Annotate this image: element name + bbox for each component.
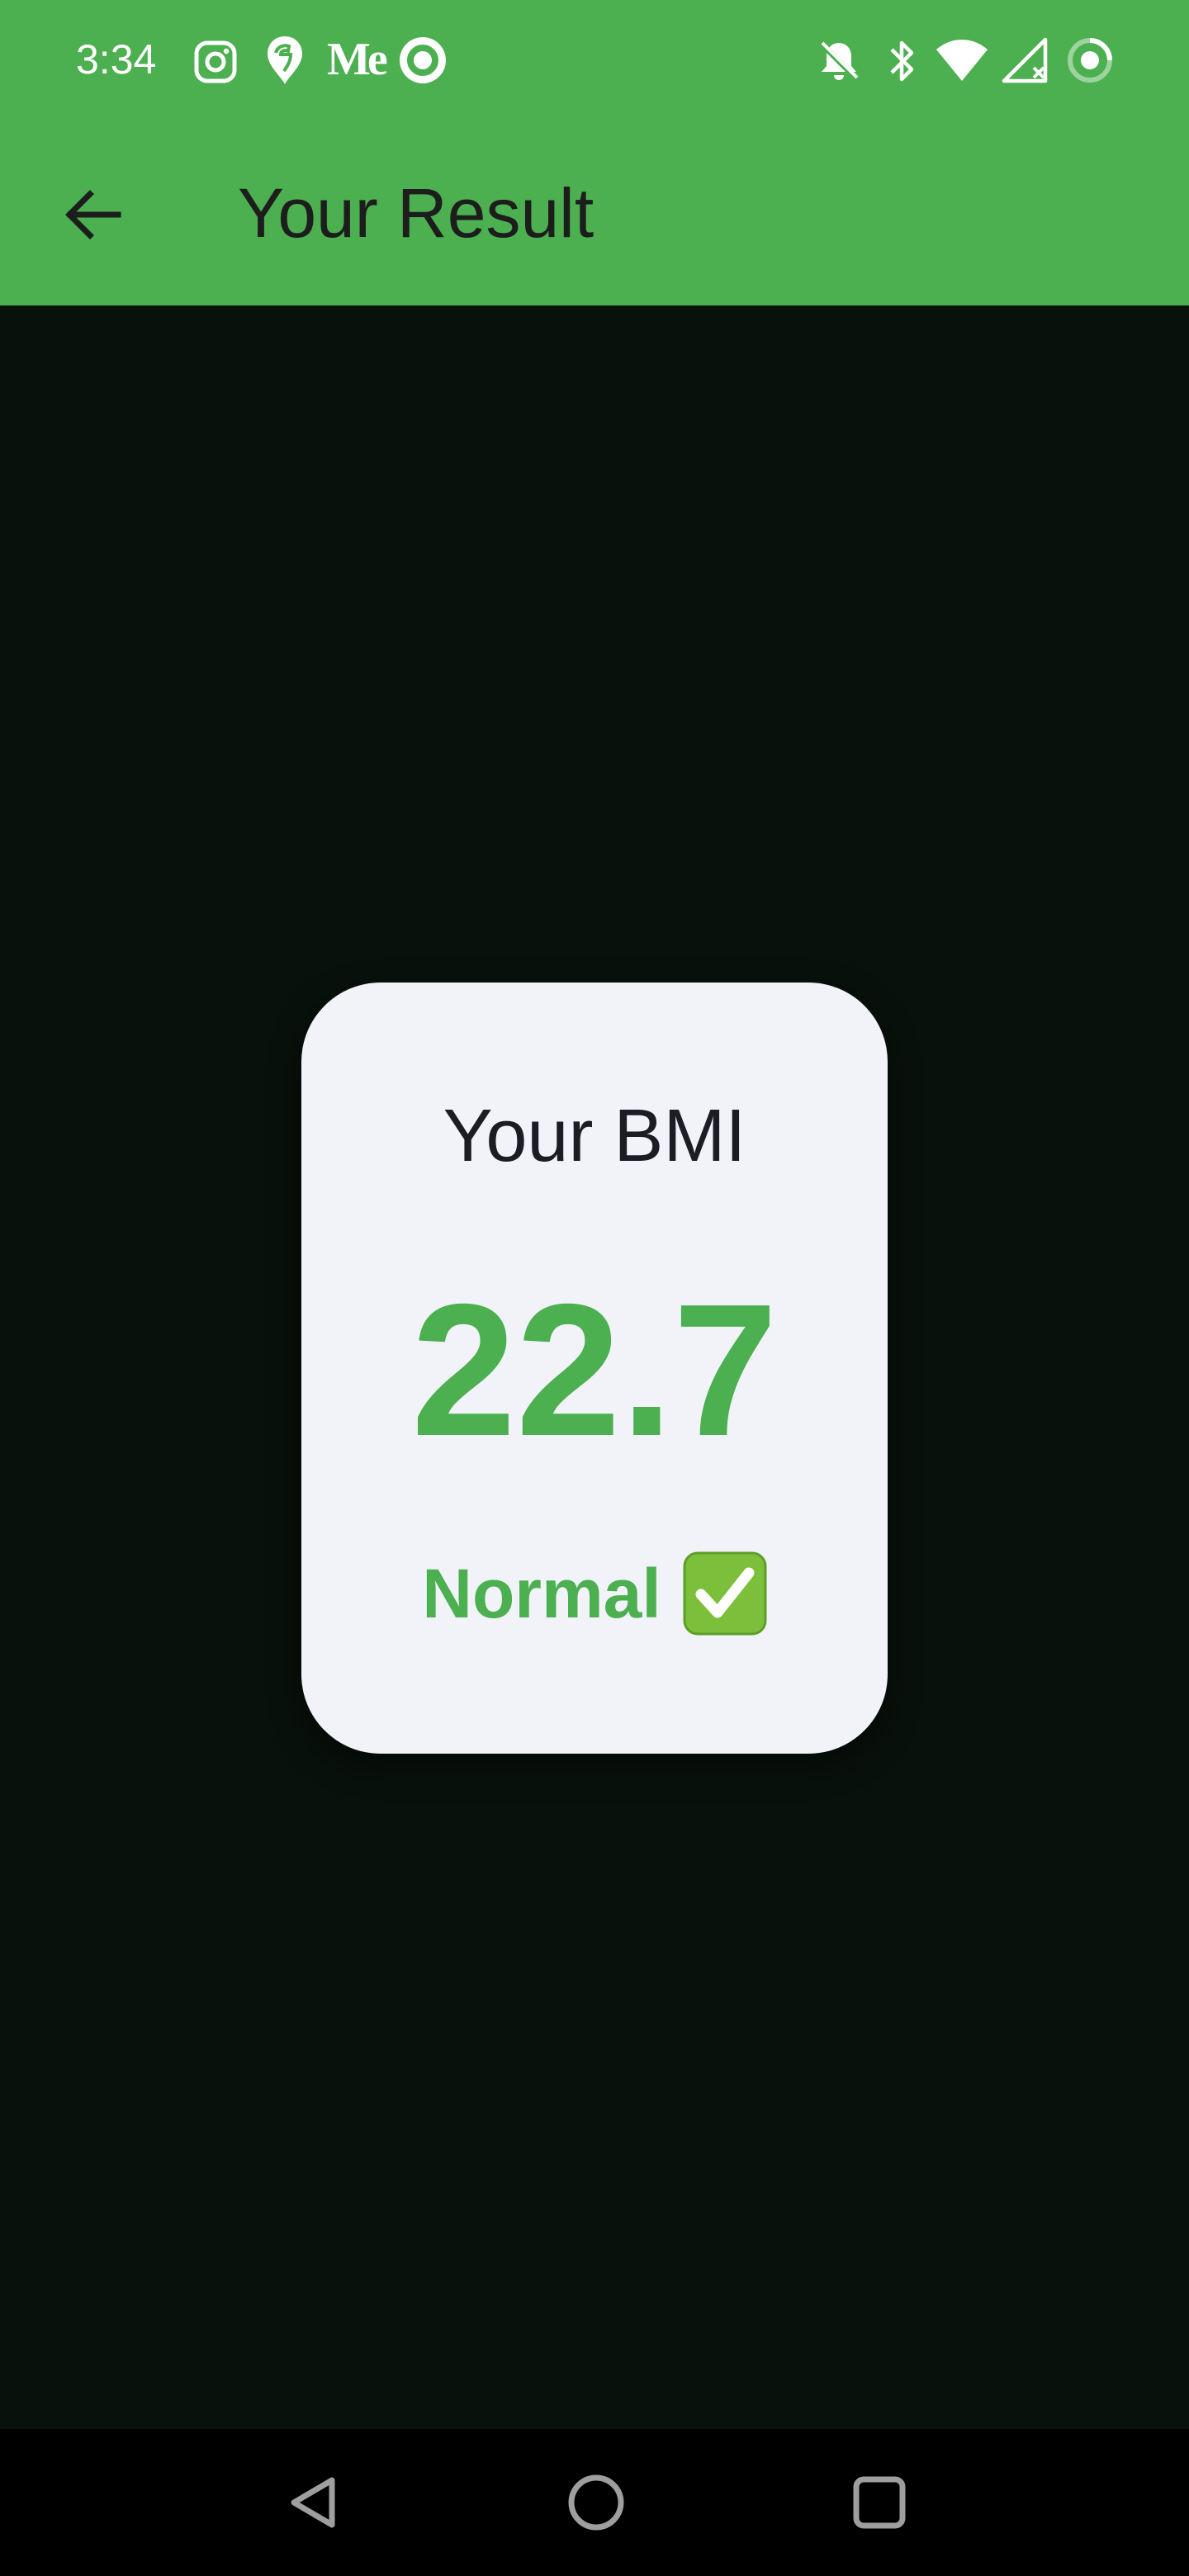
bmi-value: 22.7 <box>411 1266 778 1475</box>
battery-saver-icon <box>1068 38 1112 83</box>
ring-app-icon <box>400 37 446 83</box>
status-bar: 3:34 Me <box>0 0 1189 124</box>
nav-recents-button[interactable] <box>842 2465 917 2540</box>
bmi-status: Normal <box>301 1551 888 1636</box>
home-circle-icon <box>568 2474 624 2531</box>
swiggy-icon <box>268 36 302 84</box>
app-bar: 3:34 Me Your Result <box>0 0 1189 305</box>
bmi-status-label: Normal <box>422 1555 661 1632</box>
toolbar: Your Result <box>0 124 1189 305</box>
bluetooth-icon <box>890 40 914 82</box>
wifi-icon <box>936 40 988 81</box>
check-mark-icon <box>683 1551 767 1636</box>
status-time: 3:34 <box>76 36 157 83</box>
back-triangle-icon <box>291 2477 335 2528</box>
signal-icon <box>1002 37 1048 83</box>
instagram-icon <box>194 40 237 83</box>
medium-icon: Me <box>327 34 388 85</box>
nav-home-button[interactable] <box>559 2465 633 2540</box>
bell-off-icon <box>818 40 860 82</box>
bmi-card-title: Your BMI <box>443 1095 746 1177</box>
arrow-left-icon <box>65 190 121 239</box>
back-button[interactable] <box>43 165 142 264</box>
page-title: Your Result <box>238 174 594 252</box>
nav-back-button[interactable] <box>277 2465 352 2540</box>
navigation-bar <box>0 2429 1189 2576</box>
recents-square-icon <box>853 2476 906 2529</box>
bmi-result-card: Your BMI 22.7 Normal <box>301 983 888 1754</box>
